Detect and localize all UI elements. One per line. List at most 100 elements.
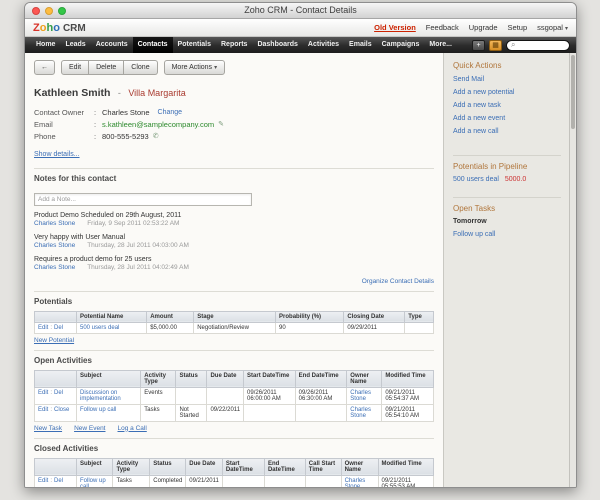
call-icon[interactable]: ✆ <box>153 131 159 143</box>
nav-item-accounts[interactable]: Accounts <box>91 37 133 53</box>
nav-item-activities[interactable]: Activities <box>303 37 344 53</box>
note-timestamp: Thursday, 28 Jul 2011 04:02:49 AM <box>87 263 189 271</box>
product-name: CRM <box>62 22 86 34</box>
new-event-link[interactable]: New Event <box>74 425 105 432</box>
compose-email-icon[interactable]: ✎ <box>218 119 224 131</box>
open-activities-section: Open Activities Subject Activity Type St… <box>34 349 434 432</box>
back-icon: ← <box>41 63 48 71</box>
log-a-call-link[interactable]: Log a Call <box>118 425 147 432</box>
main-column: ← Edit Delete Clone More Actions ▾ Kathle… <box>25 53 443 487</box>
owner-link[interactable]: Charles Stone <box>350 390 371 402</box>
record-toolbar: ← Edit Delete Clone More Actions ▾ <box>34 60 434 75</box>
search-icon: ⌕ <box>511 40 516 49</box>
scrollbar[interactable] <box>569 53 576 487</box>
nav-item-more[interactable]: More... <box>424 37 457 53</box>
closed-activities-title: Closed Activities <box>34 443 99 453</box>
nav-item-reports[interactable]: Reports <box>216 37 252 53</box>
add-note-input[interactable] <box>34 192 252 206</box>
change-owner-link[interactable]: Change <box>158 107 183 119</box>
note-author-link[interactable]: Charles Stone <box>34 242 75 249</box>
nav-item-home[interactable]: Home <box>31 37 60 53</box>
quick-actions-section: Quick Actions Send Mail Add a new potent… <box>453 61 561 148</box>
pipeline-deal-link[interactable]: 500 users deal <box>453 176 499 183</box>
notes-title: Notes for this contact <box>34 173 117 183</box>
closed-activities-section: Closed Activities Subject Activity Type … <box>34 437 435 487</box>
edit-link[interactable]: Edit <box>38 407 48 413</box>
open-task-link[interactable]: Follow up call <box>453 231 561 238</box>
new-task-link[interactable]: New Task <box>34 425 62 432</box>
close-task-link[interactable]: Close <box>54 407 69 413</box>
activity-subject-link[interactable]: Discussion on implementation <box>80 390 121 402</box>
phone-label: Phone <box>34 131 56 141</box>
search-input[interactable] <box>517 41 565 49</box>
potential-name-link[interactable]: 500 users deal <box>80 325 119 331</box>
nav-item-leads[interactable]: Leads <box>60 37 90 53</box>
table-row: Edit: Del 500 users deal $5,000.00 Negoti… <box>34 321 434 334</box>
setup-link[interactable]: Setup <box>508 23 528 32</box>
close-icon[interactable] <box>32 7 40 15</box>
delete-link[interactable]: Del <box>54 325 63 331</box>
table-row: Edit: Del Follow up call Tasks Completed … <box>34 474 435 487</box>
user-menu[interactable]: ssgopal ▾ <box>537 23 568 32</box>
potentials-title: Potentials <box>34 296 73 306</box>
note-item: Requires a product demo for 25 users Cha… <box>34 255 189 271</box>
feedback-link[interactable]: Feedback <box>426 23 459 32</box>
zoom-icon[interactable] <box>58 7 66 15</box>
nav-item-emails[interactable]: Emails <box>344 37 377 53</box>
email-value[interactable]: s.kathleen@samplecompany.com <box>102 119 214 131</box>
new-potential-link[interactable]: New Potential <box>34 337 74 344</box>
minimize-icon[interactable] <box>45 7 53 15</box>
owner-link[interactable]: Charles Stone <box>350 407 371 419</box>
nav-item-dashboards[interactable]: Dashboards <box>252 37 302 53</box>
content-area: ← Edit Delete Clone More Actions ▾ Kathle… <box>25 53 576 487</box>
nav-tools: + ▦ ⌕ <box>472 37 576 53</box>
nav-item-potentials[interactable]: Potentials <box>173 37 216 53</box>
delete-button[interactable]: Delete <box>89 60 125 75</box>
old-version-link[interactable]: Old Version <box>374 23 416 32</box>
note-timestamp: Friday, 9 Sep 2011 02:53:22 AM <box>87 219 180 227</box>
open-tasks-section: Open Tasks Tomorrow Follow up call <box>453 197 561 251</box>
clone-button[interactable]: Clone <box>124 60 158 75</box>
add-new-task-link[interactable]: Add a new task <box>453 102 561 109</box>
chevron-down-icon: ▾ <box>214 64 218 71</box>
contact-email-row: Email : s.kathleen@samplecompany.com ✎ <box>34 119 224 131</box>
note-author-link[interactable]: Charles Stone <box>34 220 75 227</box>
quick-add-icon[interactable]: + <box>472 39 485 51</box>
owner-value: Charles Stone <box>102 107 150 117</box>
edit-button[interactable]: Edit <box>61 60 90 75</box>
record-actions-group: Edit Delete Clone <box>61 60 158 75</box>
scrollbar-thumb[interactable] <box>571 55 575 129</box>
potentials-table: Potential Name Amount Stage Probability … <box>34 310 434 334</box>
delete-link[interactable]: Del <box>54 390 63 396</box>
more-actions-button[interactable]: More Actions ▾ <box>163 60 226 75</box>
notes-section: Notes for this contact Product Demo Sche… <box>34 167 434 285</box>
zoho-logo[interactable]: Zoho CRM <box>33 22 86 34</box>
activity-subject-link[interactable]: Follow up call <box>80 478 106 487</box>
search-box[interactable]: ⌕ <box>506 39 570 51</box>
add-new-event-link[interactable]: Add a new event <box>453 115 561 122</box>
contact-name: Kathleen Smith <box>34 86 111 99</box>
owner-link[interactable]: Charles Stone <box>345 478 366 487</box>
note-item: Product Demo Scheduled on 29th August, 2… <box>34 211 182 227</box>
note-author-link[interactable]: Charles Stone <box>34 264 75 271</box>
edit-link[interactable]: Edit <box>38 390 48 396</box>
organize-contact-details-link[interactable]: Organize Contact Details <box>362 278 434 285</box>
calendar-icon[interactable]: ▦ <box>489 39 502 51</box>
upgrade-link[interactable]: Upgrade <box>469 23 498 32</box>
task-group-label: Tomorrow <box>453 218 487 225</box>
app-header: Zoho CRM Old Version Feedback Upgrade Se… <box>25 19 576 37</box>
activity-subject-link[interactable]: Follow up call <box>80 407 116 413</box>
nav-item-campaigns[interactable]: Campaigns <box>377 37 425 53</box>
table-row: Edit: Close Follow up call Tasks Not Star… <box>34 403 434 422</box>
email-label: Email <box>34 119 53 129</box>
contact-owner-row: Contact Owner : Charles Stone Change <box>34 107 183 119</box>
nav-item-contacts[interactable]: Contacts <box>132 37 173 53</box>
add-new-potential-link[interactable]: Add a new potential <box>453 89 561 96</box>
delete-link[interactable]: Del <box>54 478 63 484</box>
show-details-link[interactable]: Show details... <box>34 151 80 158</box>
edit-link[interactable]: Edit <box>38 325 48 331</box>
add-new-call-link[interactable]: Add a new call <box>453 128 561 135</box>
back-button[interactable]: ← <box>34 60 55 75</box>
send-mail-link[interactable]: Send Mail <box>453 76 561 83</box>
edit-link[interactable]: Edit <box>38 478 48 484</box>
